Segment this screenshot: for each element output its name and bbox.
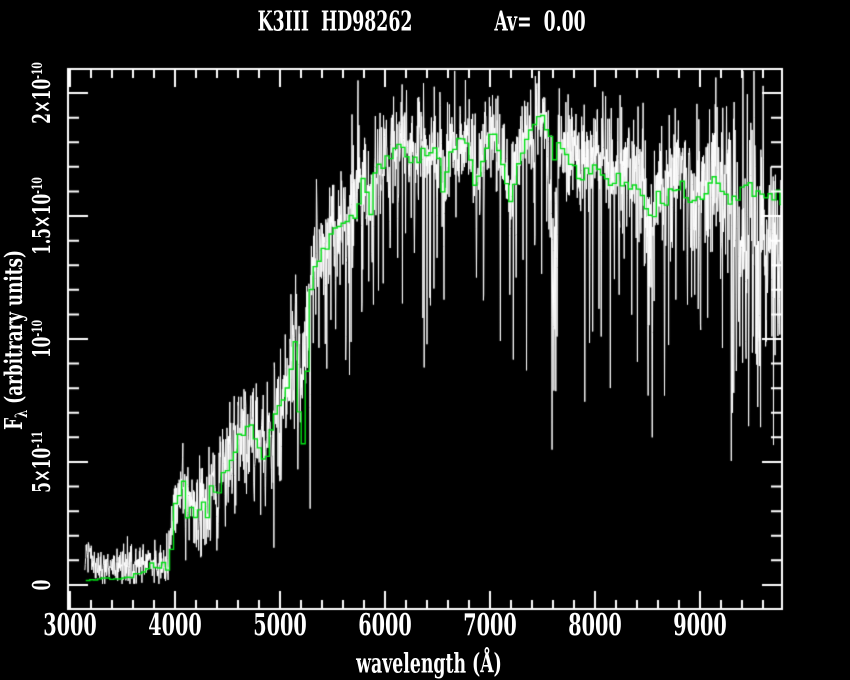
y-axis-title-symbol: F xyxy=(0,418,28,430)
x-tick-label: 8000 xyxy=(553,611,637,641)
y-tick-label: 0 xyxy=(30,577,54,594)
y-axis-title: Fλ (arbitrary units) xyxy=(2,212,30,469)
x-tick-label: 4000 xyxy=(133,611,217,641)
plot-title-text: K3III HD98262 xyxy=(258,9,413,36)
x-tick-label: 3000 xyxy=(28,611,112,641)
y-tick-label: 10-10 xyxy=(30,309,54,368)
x-tick-label: 5000 xyxy=(238,611,322,641)
spectrum-plot-canvas xyxy=(0,0,850,680)
x-axis-title: wavelength (Å) xyxy=(315,651,543,678)
y-tick-label: 1.5×10-10 xyxy=(30,155,54,276)
x-tick-label: 9000 xyxy=(658,611,742,641)
y-tick-label: 5×10-11 xyxy=(30,414,54,510)
spectrum-plot-window: K3III HD98262 Av= 0.00 wavelength (Å) Fλ… xyxy=(0,0,850,680)
extinction-value: 0.00 xyxy=(544,7,586,38)
x-tick-label: 7000 xyxy=(448,611,532,641)
extinction-label: Av= xyxy=(494,7,531,38)
y-tick-label: 2×10-10 xyxy=(30,45,54,141)
x-tick-label: 6000 xyxy=(343,611,427,641)
y-axis-title-subscript: λ xyxy=(11,410,31,418)
plot-title: K3III HD98262 xyxy=(214,9,456,36)
extinction-readout: Av= 0.00 xyxy=(469,9,612,36)
y-axis-title-units: (arbitrary units) xyxy=(0,250,28,410)
